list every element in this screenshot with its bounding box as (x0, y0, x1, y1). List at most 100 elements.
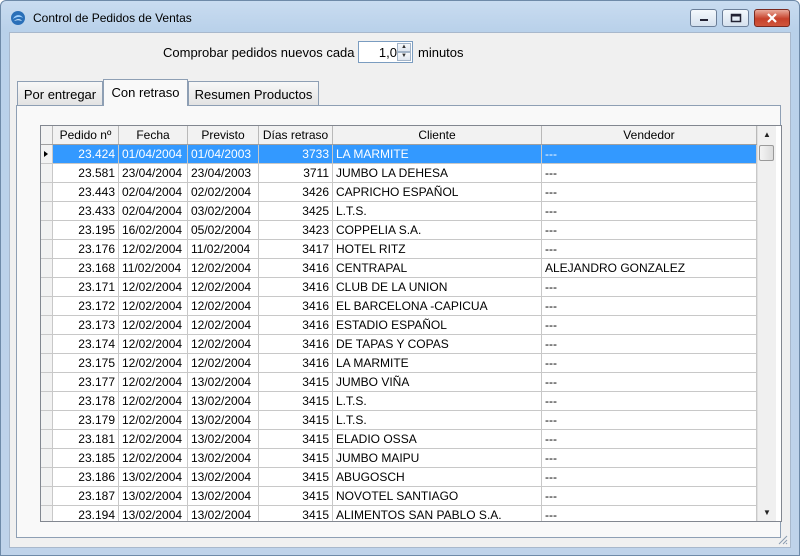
cell-dias-retraso[interactable]: 3417 (259, 240, 333, 259)
table-row[interactable]: 23.171 12/02/2004 12/02/2004 3416 CLUB DE LA… (41, 278, 757, 297)
cell-vendedor[interactable]: --- (542, 392, 757, 411)
cell-pedido[interactable]: 23.195 (53, 221, 119, 240)
cell-fecha[interactable]: 12/02/2004 (119, 335, 188, 354)
table-row[interactable]: 23.187 13/02/2004 13/02/2004 3415 NOVOTEL SA… (41, 487, 757, 506)
col-header-cliente[interactable]: Cliente (333, 126, 542, 144)
row-indicator[interactable] (41, 506, 53, 521)
cell-vendedor[interactable]: --- (542, 297, 757, 316)
row-indicator[interactable] (41, 392, 53, 411)
cell-previsto[interactable]: 12/02/2004 (188, 278, 259, 297)
row-indicator[interactable] (41, 164, 53, 183)
cell-fecha[interactable]: 12/02/2004 (119, 354, 188, 373)
cell-pedido[interactable]: 23.443 (53, 183, 119, 202)
cell-pedido[interactable]: 23.173 (53, 316, 119, 335)
cell-dias-retraso[interactable]: 3416 (259, 297, 333, 316)
cell-dias-retraso[interactable]: 3426 (259, 183, 333, 202)
cell-vendedor[interactable]: --- (542, 506, 757, 521)
row-indicator[interactable] (41, 430, 53, 449)
table-row[interactable]: 23.433 02/04/2004 03/02/2004 3425 L.T.S. --- (41, 202, 757, 221)
cell-fecha[interactable]: 12/02/2004 (119, 278, 188, 297)
cell-cliente[interactable]: JUMBO VIÑA (333, 373, 542, 392)
cell-previsto[interactable]: 12/02/2004 (188, 297, 259, 316)
cell-fecha[interactable]: 12/02/2004 (119, 430, 188, 449)
cell-fecha[interactable]: 12/02/2004 (119, 392, 188, 411)
cell-dias-retraso[interactable]: 3416 (259, 335, 333, 354)
cell-pedido[interactable]: 23.178 (53, 392, 119, 411)
row-indicator[interactable] (41, 240, 53, 259)
row-indicator-icon[interactable] (41, 145, 53, 164)
table-row[interactable]: 23.179 12/02/2004 13/02/2004 3415 L.T.S. --- (41, 411, 757, 430)
row-indicator[interactable] (41, 449, 53, 468)
cell-previsto[interactable]: 12/02/2004 (188, 259, 259, 278)
table-row[interactable]: 23.195 16/02/2004 05/02/2004 3423 COPPELIA S… (41, 221, 757, 240)
cell-previsto[interactable]: 23/04/2003 (188, 164, 259, 183)
cell-cliente[interactable]: CLUB DE LA UNION (333, 278, 542, 297)
row-indicator[interactable] (41, 316, 53, 335)
row-indicator[interactable] (41, 202, 53, 221)
row-indicator[interactable] (41, 487, 53, 506)
cell-previsto[interactable]: 13/02/2004 (188, 411, 259, 430)
cell-vendedor[interactable]: --- (542, 354, 757, 373)
cell-cliente[interactable]: HOTEL RITZ (333, 240, 542, 259)
col-header-dias-retraso[interactable]: Días retraso (259, 126, 333, 144)
cell-vendedor[interactable]: --- (542, 164, 757, 183)
cell-previsto[interactable]: 13/02/2004 (188, 430, 259, 449)
cell-cliente[interactable]: L.T.S. (333, 392, 542, 411)
cell-previsto[interactable]: 11/02/2004 (188, 240, 259, 259)
cell-previsto[interactable]: 13/02/2004 (188, 468, 259, 487)
cell-vendedor[interactable]: --- (542, 373, 757, 392)
cell-dias-retraso[interactable]: 3711 (259, 164, 333, 183)
title-bar[interactable]: Control de Pedidos de Ventas (1, 1, 799, 33)
cell-pedido[interactable]: 23.177 (53, 373, 119, 392)
cell-fecha[interactable]: 11/02/2004 (119, 259, 188, 278)
cell-previsto[interactable]: 13/02/2004 (188, 392, 259, 411)
interval-spinner[interactable]: ▲ ▼ (397, 43, 411, 61)
cell-vendedor[interactable]: --- (542, 145, 757, 164)
scroll-up-icon[interactable]: ▲ (758, 126, 776, 143)
cell-previsto[interactable]: 03/02/2004 (188, 202, 259, 221)
table-row[interactable]: 23.174 12/02/2004 12/02/2004 3416 DE TAPAS Y… (41, 335, 757, 354)
table-row[interactable]: 23.443 02/04/2004 02/02/2004 3426 CAPRICHO E… (41, 183, 757, 202)
cell-fecha[interactable]: 12/02/2004 (119, 373, 188, 392)
row-indicator[interactable] (41, 183, 53, 202)
cell-cliente[interactable]: JUMBO LA DEHESA (333, 164, 542, 183)
cell-vendedor[interactable]: --- (542, 240, 757, 259)
row-indicator[interactable] (41, 335, 53, 354)
scroll-thumb[interactable] (759, 145, 774, 161)
cell-dias-retraso[interactable]: 3415 (259, 373, 333, 392)
maximize-button[interactable] (722, 9, 749, 27)
cell-cliente[interactable]: ESTADIO ESPAÑOL (333, 316, 542, 335)
cell-fecha[interactable]: 16/02/2004 (119, 221, 188, 240)
cell-fecha[interactable]: 13/02/2004 (119, 506, 188, 521)
cell-dias-retraso[interactable]: 3416 (259, 278, 333, 297)
cell-previsto[interactable]: 12/02/2004 (188, 335, 259, 354)
cell-pedido[interactable]: 23.424 (53, 145, 119, 164)
cell-fecha[interactable]: 12/02/2004 (119, 297, 188, 316)
cell-cliente[interactable]: EL BARCELONA -CAPICUA (333, 297, 542, 316)
table-row[interactable]: 23.581 23/04/2004 23/04/2003 3711 JUMBO LA D… (41, 164, 757, 183)
cell-vendedor[interactable]: --- (542, 468, 757, 487)
cell-pedido[interactable]: 23.171 (53, 278, 119, 297)
cell-cliente[interactable]: ABUGOSCH (333, 468, 542, 487)
cell-vendedor[interactable]: --- (542, 411, 757, 430)
cell-pedido[interactable]: 23.176 (53, 240, 119, 259)
cell-vendedor[interactable]: --- (542, 221, 757, 240)
row-indicator[interactable] (41, 354, 53, 373)
cell-vendedor[interactable]: --- (542, 430, 757, 449)
cell-cliente[interactable]: L.T.S. (333, 202, 542, 221)
table-row[interactable]: 23.186 13/02/2004 13/02/2004 3415 ABUGOSCH --… (41, 468, 757, 487)
row-indicator[interactable] (41, 221, 53, 240)
cell-vendedor[interactable]: --- (542, 278, 757, 297)
cell-fecha[interactable]: 01/04/2004 (119, 145, 188, 164)
cell-dias-retraso[interactable]: 3416 (259, 316, 333, 335)
cell-pedido[interactable]: 23.194 (53, 506, 119, 521)
cell-vendedor[interactable]: --- (542, 335, 757, 354)
table-row[interactable]: 23.175 12/02/2004 12/02/2004 3416 LA MARMITE… (41, 354, 757, 373)
cell-dias-retraso[interactable]: 3416 (259, 259, 333, 278)
cell-vendedor[interactable]: ALEJANDRO GONZALEZ (542, 259, 757, 278)
cell-cliente[interactable]: ALIMENTOS SAN PABLO S.A. (333, 506, 542, 521)
cell-cliente[interactable]: L.T.S. (333, 411, 542, 430)
cell-previsto[interactable]: 13/02/2004 (188, 506, 259, 521)
table-row[interactable]: 23.185 12/02/2004 13/02/2004 3415 JUMBO MAIP… (41, 449, 757, 468)
row-indicator[interactable] (41, 411, 53, 430)
